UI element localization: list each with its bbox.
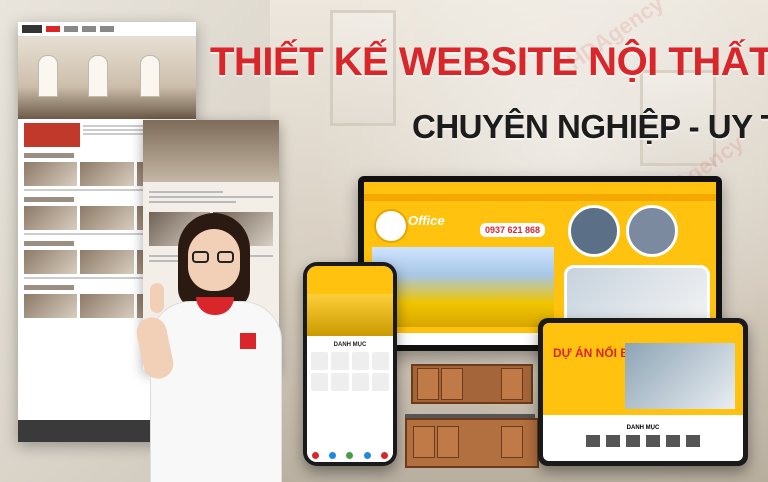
monitor-phone-number: 0937 621 868 [480, 223, 546, 237]
phone-category-grid [307, 352, 393, 391]
brand-logo [374, 209, 408, 243]
monitor-nav [364, 194, 716, 201]
hero-photo-bubble [626, 205, 678, 257]
phone-category-title: DANH MỤC [333, 342, 367, 348]
team-photo [372, 247, 554, 327]
tablet-hero: DỰ ÁN NỔI BẬT [543, 337, 743, 415]
tablet-category-icons [543, 435, 743, 447]
presenter-woman [133, 205, 290, 482]
monitor-top-bar [364, 182, 716, 194]
smartphone: DANH MỤC [303, 262, 397, 466]
phone-header [307, 266, 393, 294]
tablet: DỰ ÁN NỔI BẬT DANH MỤC [538, 318, 748, 466]
monitor-hero: Office 0937 621 868 [364, 201, 716, 333]
headline-subtitle: CHUYÊN NGHIỆP - UY TÍN [412, 108, 768, 145]
site-nav [18, 22, 196, 37]
tablet-category-title: DANH MỤC [626, 425, 660, 431]
tablet-header [543, 323, 743, 337]
hero-photo-bubble [568, 205, 620, 257]
monitor-brand: Office [408, 213, 445, 228]
phone-banner [307, 294, 393, 336]
shirt-logo [240, 333, 256, 349]
headline-title: THIẾT KẾ WEBSITE NỘI THẤT [210, 40, 768, 84]
site-hero-image [18, 37, 196, 119]
tablet-hero-image [625, 343, 735, 409]
banner: HDAgency HDAgency HDAgency [0, 0, 768, 482]
kitchen-cabinet-image [405, 360, 539, 468]
thumbs-up [150, 283, 164, 313]
phone-dock [307, 448, 393, 462]
